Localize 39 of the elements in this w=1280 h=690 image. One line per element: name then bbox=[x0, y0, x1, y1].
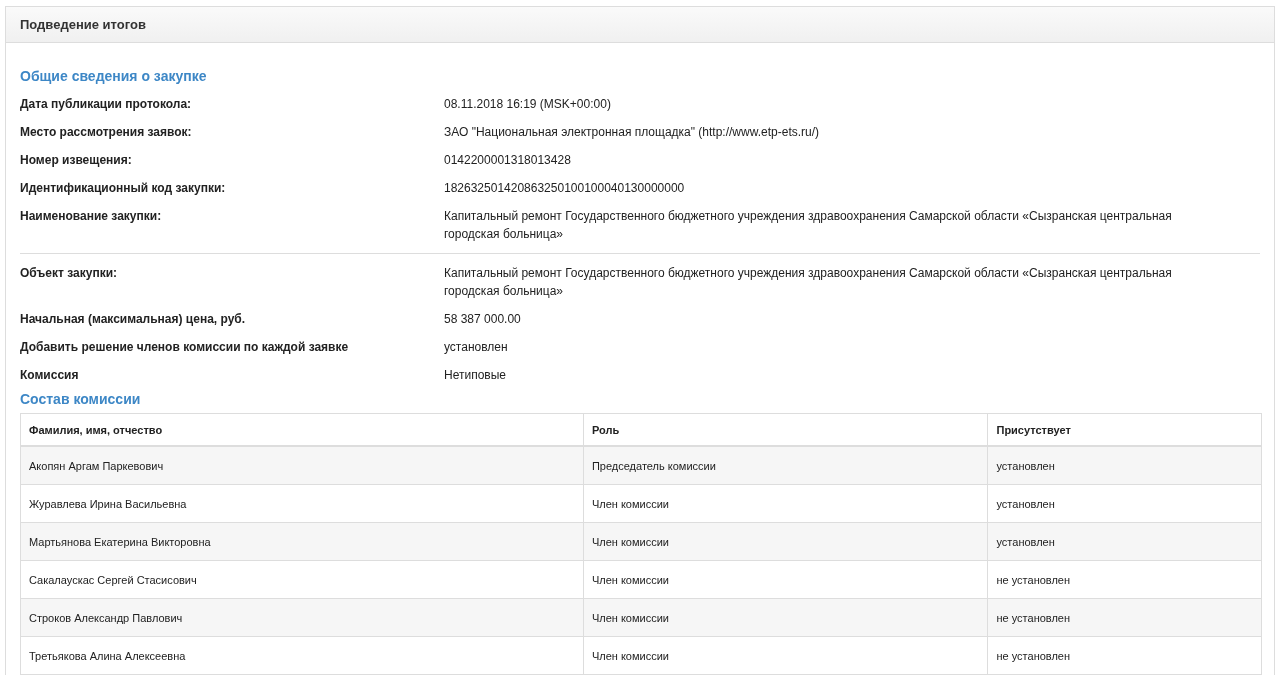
field-label: Наименование закупки: bbox=[20, 208, 163, 225]
table-cell: установлен bbox=[988, 522, 1262, 561]
field-label: Добавить решение членов комиссии по каждой заявке bbox=[20, 339, 350, 356]
table-cell: не установлен bbox=[988, 636, 1262, 675]
table-cell: установлен bbox=[988, 446, 1262, 485]
table-cell: не установлен bbox=[988, 598, 1262, 637]
field-value: 58 387 000.00 bbox=[444, 311, 522, 328]
table-cell: Сакалаускас Сергей Стасисович bbox=[20, 560, 584, 599]
field-label: Начальная (максимальная) цена, руб. bbox=[20, 311, 247, 328]
table-cell: Член комиссии bbox=[583, 560, 988, 599]
field-value: 08.11.2018 16:19 (MSK+00:00) bbox=[444, 96, 612, 113]
table-cell: Мартьянова Екатерина Викторовна bbox=[20, 522, 584, 561]
table-cell: установлен bbox=[988, 484, 1262, 523]
table-cell: Член комиссии bbox=[583, 636, 988, 675]
table-cell: Третьякова Алина Алексеевна bbox=[20, 636, 584, 675]
field-value: Нетиповые bbox=[444, 367, 507, 384]
table-cell: Член комиссии bbox=[583, 522, 988, 561]
field-label: Идентификационный код закупки: bbox=[20, 180, 227, 197]
table-cell: Председатель комиссии bbox=[583, 446, 988, 485]
field-label: Комиссия bbox=[20, 367, 80, 384]
field-label: Объект закупки: bbox=[20, 265, 118, 282]
table-cell: Член комиссии bbox=[583, 598, 988, 637]
field-label: Номер извещения: bbox=[20, 152, 133, 169]
table-cell: Строков Александр Павлович bbox=[20, 598, 584, 637]
table-cell: не установлен bbox=[988, 560, 1262, 599]
field-value: 0142200001318013428 bbox=[444, 152, 572, 169]
section-title: Общие сведения о закупке bbox=[20, 67, 208, 86]
panel-title: Подведение итогов bbox=[20, 17, 146, 32]
field-label: Место рассмотрения заявок: bbox=[20, 124, 193, 141]
field-value: установлен bbox=[444, 339, 509, 356]
section-title: Состав комиссии bbox=[20, 390, 142, 409]
table-cell: Акопян Аргам Паркевович bbox=[20, 446, 584, 485]
field-value: 182632501420863250100100040130000000 bbox=[444, 180, 686, 197]
field-label: Дата публикации протокола: bbox=[20, 96, 193, 113]
table-cell: Член комиссии bbox=[583, 484, 988, 523]
field-value: ЗАО "Национальная электронная площадка" (http://www.etp-ets.ru/) bbox=[444, 124, 821, 141]
field-value: Капитальный ремонт Государственного бюджетного учреждения здравоохранения Самарской области «Сызранская центральная городская больница» bbox=[444, 265, 1173, 300]
table-cell: Журавлева Ирина Васильевна bbox=[20, 484, 584, 523]
field-value: Капитальный ремонт Государственного бюджетного учреждения здравоохранения Самарской области «Сызранская центральная городская больница» bbox=[444, 208, 1173, 243]
